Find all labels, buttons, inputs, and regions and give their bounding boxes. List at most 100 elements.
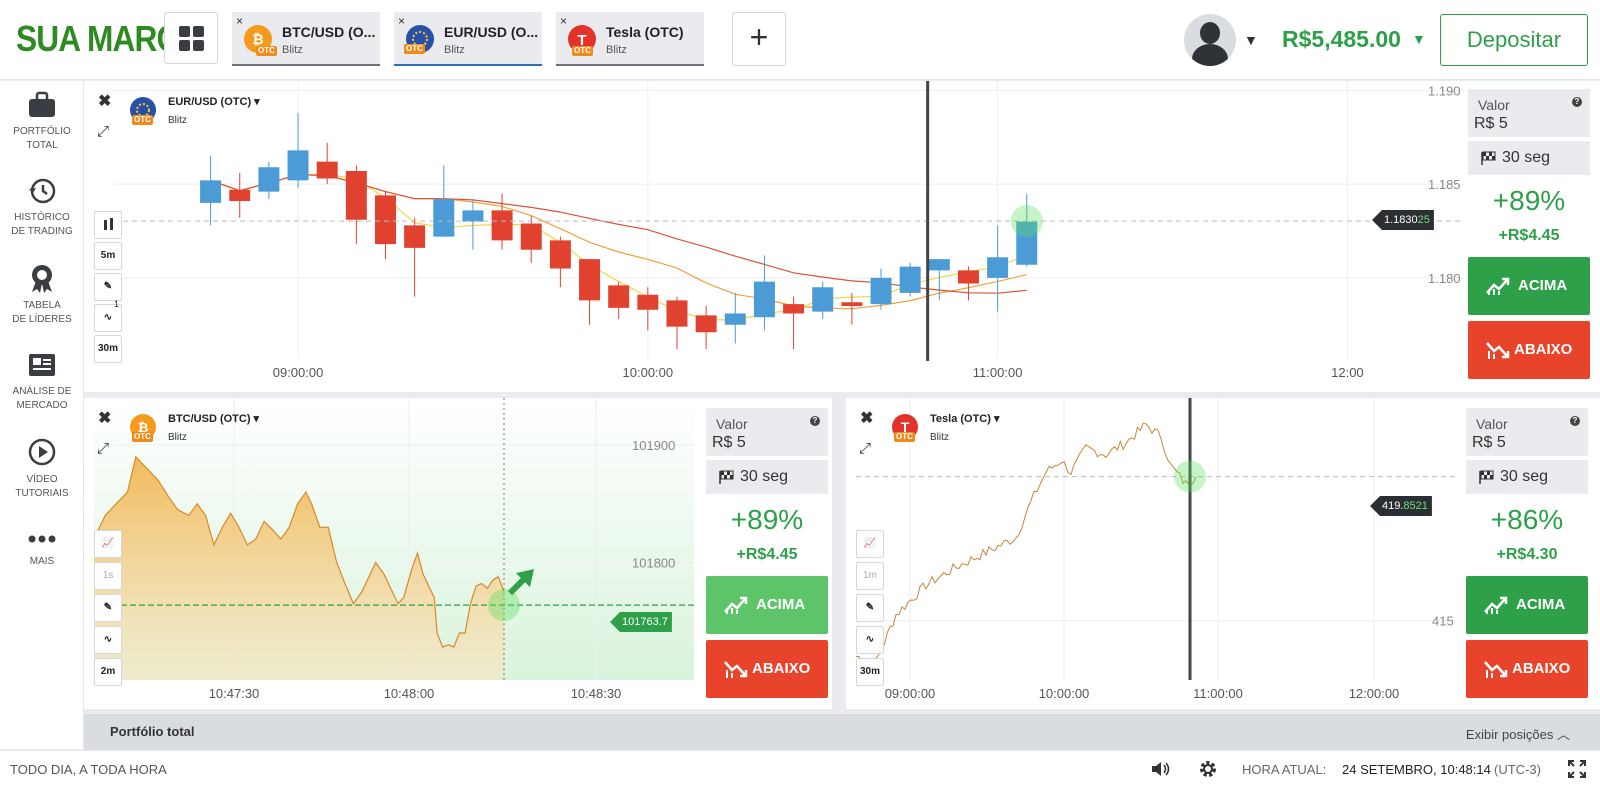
chart-type-button[interactable]: 📈 bbox=[856, 530, 884, 558]
x-tick-label: 10:47:30 bbox=[209, 686, 260, 701]
line-chart-icon: 📈 bbox=[101, 538, 115, 549]
draw-tool-button[interactable]: ✎ bbox=[94, 594, 122, 622]
tab-close-icon[interactable]: × bbox=[560, 14, 567, 28]
timeframe-button[interactable]: 1m bbox=[856, 562, 884, 590]
tab-btcusd[interactable]: × ₿ OTC BTC/USD (O... Blitz bbox=[232, 12, 380, 66]
help-icon[interactable]: ? bbox=[1572, 97, 1582, 107]
checkered-flag-icon bbox=[1479, 470, 1494, 484]
asset-mode: Blitz bbox=[168, 115, 187, 126]
candle-period-button[interactable]: 30m bbox=[94, 335, 122, 363]
asset-selector[interactable]: Tesla (OTC) ▾ bbox=[930, 412, 1000, 425]
layout-grid-button[interactable] bbox=[164, 12, 218, 64]
eurusd-candlestick-chart[interactable]: 09:00:00 10:00:00 11:00:00 12:00 1.190 1.185 1… bbox=[84, 81, 1464, 392]
profit-value: +R$4.30 bbox=[1496, 546, 1558, 563]
sidebar-item-history[interactable]: HISTÓRICO DE TRADING bbox=[0, 177, 84, 239]
add-asset-button[interactable]: + bbox=[732, 12, 786, 66]
y-tick-label: 1.180 bbox=[1428, 271, 1461, 286]
indicators-button[interactable]: ∿ bbox=[856, 626, 884, 654]
settings-gear-icon[interactable] bbox=[1198, 759, 1218, 779]
candle bbox=[258, 167, 280, 192]
candle bbox=[899, 266, 921, 293]
close-chart-icon[interactable]: ✖ bbox=[860, 408, 873, 428]
tab-close-icon[interactable]: × bbox=[398, 14, 405, 28]
x-tick-label: 11:00:00 bbox=[973, 365, 1023, 380]
sidebar-item-video-tutorials[interactable]: VÍDEO TUTORIAIS bbox=[0, 437, 84, 501]
asset-selector[interactable]: BTC/USD (OTC) ▾ bbox=[168, 412, 259, 425]
candle-period-button[interactable]: 30m bbox=[856, 658, 884, 686]
candle bbox=[491, 210, 513, 241]
duration-field[interactable]: 30 seg bbox=[1466, 460, 1588, 494]
timeframe-button[interactable]: 5m bbox=[94, 242, 122, 270]
duration-field[interactable]: 30 seg bbox=[706, 460, 828, 494]
expand-icon[interactable]: ⤢ bbox=[859, 440, 871, 457]
x-tick-label: 10:48:00 bbox=[384, 686, 435, 701]
candle-period-button[interactable]: 2m bbox=[94, 658, 122, 686]
draw-tool-button[interactable]: ✎ bbox=[856, 594, 884, 622]
sidebar-item-label: PORTFÓLIO bbox=[13, 126, 71, 137]
tab-sub: Blitz bbox=[444, 44, 465, 56]
amount-label: Valor bbox=[716, 416, 748, 432]
close-chart-icon[interactable]: ✖ bbox=[98, 91, 111, 111]
chart-type-button[interactable]: 📈 bbox=[94, 530, 122, 558]
expand-icon[interactable]: ⤢ bbox=[97, 440, 109, 457]
asset-selector[interactable]: EUR/USD (OTC) ▾ bbox=[168, 95, 260, 108]
account-balance[interactable]: R$5,485.00 bbox=[1282, 26, 1401, 53]
candle bbox=[753, 281, 775, 318]
chevron-down-icon[interactable]: ▼ bbox=[1244, 32, 1258, 48]
amount-field[interactable]: Valor ? R$ 5 bbox=[1468, 89, 1590, 137]
sidebar-item-label: DE TRADING bbox=[11, 226, 73, 237]
tab-sub: Blitz bbox=[606, 44, 627, 56]
tab-tesla[interactable]: × T OTC Tesla (OTC) Blitz bbox=[556, 12, 704, 66]
tab-eurusd[interactable]: × OTC EUR/USD (O... Blitz bbox=[394, 12, 542, 66]
avatar[interactable] bbox=[1184, 14, 1236, 66]
candle bbox=[928, 259, 950, 271]
amount-field[interactable]: Valor ? R$ 5 bbox=[706, 408, 828, 456]
x-tick-label: 10:00:00 bbox=[623, 365, 674, 380]
briefcase-icon bbox=[29, 91, 55, 117]
timeframe-button[interactable]: 1s bbox=[94, 562, 122, 590]
sidebar-item-more[interactable]: MAIS bbox=[0, 529, 84, 569]
fullscreen-icon[interactable] bbox=[1568, 760, 1586, 778]
btcusd-area-chart[interactable]: 10:47:30 10:48:00 10:48:30 101900 101800 bbox=[84, 398, 696, 709]
indicators-button[interactable]: ∿ bbox=[94, 626, 122, 654]
x-tick-label: 09:00:00 bbox=[885, 686, 936, 701]
more-dots-icon bbox=[28, 535, 56, 543]
put-down-button[interactable]: ABAIXO bbox=[1468, 321, 1590, 379]
trend-down-icon bbox=[1486, 342, 1510, 359]
call-up-button[interactable]: ACIMA bbox=[1466, 576, 1588, 634]
duration-value: 30 seg bbox=[1500, 468, 1549, 485]
help-icon[interactable]: ? bbox=[810, 416, 820, 426]
portfolio-total-label: Portfólio total bbox=[110, 724, 195, 739]
draw-tool-button[interactable]: ✎ bbox=[94, 273, 122, 301]
candle bbox=[462, 210, 484, 222]
call-up-button[interactable]: ACIMA bbox=[1468, 257, 1590, 315]
duration-field[interactable]: 30 seg bbox=[1468, 141, 1590, 175]
candle bbox=[200, 180, 222, 203]
expand-icon[interactable]: ⤢ bbox=[97, 123, 109, 140]
close-chart-icon[interactable]: ✖ bbox=[98, 408, 111, 428]
amount-field[interactable]: Valor ? R$ 5 bbox=[1466, 408, 1588, 456]
tab-name: EUR/USD (O... bbox=[444, 24, 539, 40]
sidebar-item-market-analysis[interactable]: ANÁLISE DE MERCADO bbox=[0, 351, 84, 413]
deposit-button[interactable]: Depositar bbox=[1440, 14, 1588, 66]
call-up-button[interactable]: ACIMA bbox=[706, 576, 828, 634]
speaker-icon[interactable] bbox=[1150, 760, 1172, 778]
duration-value: 30 seg bbox=[740, 468, 789, 485]
put-down-button[interactable]: ABAIXO bbox=[706, 640, 828, 698]
tab-close-icon[interactable]: × bbox=[236, 14, 243, 28]
put-down-button[interactable]: ABAIXO bbox=[1466, 640, 1588, 698]
y-tick-label: 101900 bbox=[632, 438, 675, 453]
help-icon[interactable]: ? bbox=[1570, 416, 1580, 426]
tesla-line-chart[interactable]: 09:00:00 10:00:00 11:00:00 12:00:00 415 bbox=[846, 398, 1458, 709]
sidebar-item-portfolio[interactable]: PORTFÓLIO TOTAL bbox=[0, 91, 84, 153]
chart-type-button[interactable] bbox=[94, 211, 122, 239]
tagline: TODO DIA, A TODA HORA bbox=[10, 762, 167, 777]
chevron-down-icon[interactable]: ▼ bbox=[1412, 31, 1426, 47]
portfolio-bar[interactable]: Portfólio total Exibir posições ︿ bbox=[84, 714, 1600, 750]
indicator-count-badge: 1 bbox=[114, 299, 120, 309]
show-positions-link[interactable]: Exibir posições ︿ bbox=[1466, 724, 1570, 743]
sidebar-item-label: TUTORIAIS bbox=[15, 488, 69, 499]
sidebar-item-leaderboard[interactable]: TABELA DE LÍDERES bbox=[0, 263, 84, 327]
y-tick-label: 101800 bbox=[632, 556, 675, 571]
current-price-glow bbox=[488, 589, 520, 622]
